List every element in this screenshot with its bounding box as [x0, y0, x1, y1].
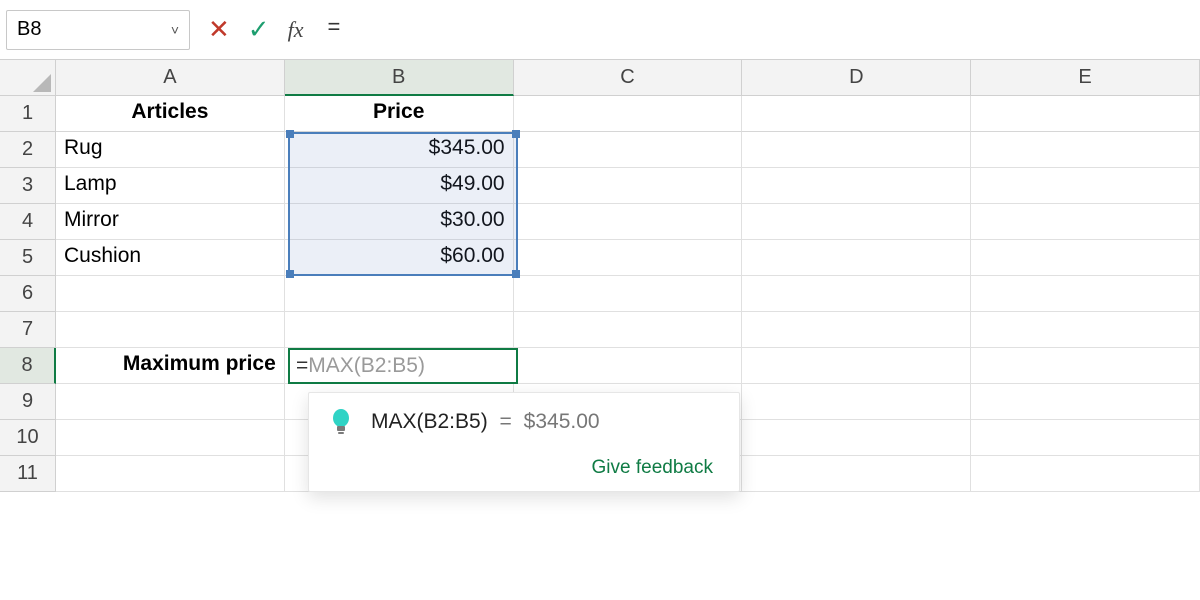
cell-E9[interactable]	[971, 384, 1200, 420]
cell-B2[interactable]: $345.00	[285, 132, 514, 168]
cell-D2[interactable]	[742, 132, 971, 168]
fx-icon[interactable]: fx	[288, 17, 304, 43]
column-header-E[interactable]: E	[971, 60, 1200, 96]
cell-B4[interactable]: $30.00	[285, 204, 514, 240]
column-header-A[interactable]: A	[56, 60, 285, 96]
cell-A4[interactable]: Mirror	[56, 204, 285, 240]
cell-A8[interactable]: Maximum price	[56, 348, 285, 384]
row-headers: 1 2 3 4 5 6 7 8 9 10 11	[0, 96, 56, 492]
row-header-10[interactable]: 10	[0, 420, 56, 456]
cancel-icon[interactable]: ✕	[208, 14, 230, 45]
chevron-down-icon[interactable]: ˅	[171, 22, 179, 38]
give-feedback-link[interactable]: Give feedback	[329, 437, 713, 479]
cell-D3[interactable]	[742, 168, 971, 204]
cell-C4[interactable]	[514, 204, 743, 240]
cell-D11[interactable]	[742, 456, 971, 492]
cells-area[interactable]: Articles Price Rug $345.00 Lamp $49.00 M…	[56, 96, 1200, 600]
cell-D7[interactable]	[742, 312, 971, 348]
row-header-7[interactable]: 7	[0, 312, 56, 348]
cell-A6[interactable]	[56, 276, 285, 312]
cell-A5[interactable]: Cushion	[56, 240, 285, 276]
cell-C6[interactable]	[514, 276, 743, 312]
suggestion-expression: MAX(B2:B5)	[371, 410, 488, 433]
cell-A10[interactable]	[56, 420, 285, 456]
cell-E6[interactable]	[971, 276, 1200, 312]
cell-D9[interactable]	[742, 384, 971, 420]
cell-B3[interactable]: $49.00	[285, 168, 514, 204]
cell-E8[interactable]	[971, 348, 1200, 384]
cell-C5[interactable]	[514, 240, 743, 276]
row-header-2[interactable]: 2	[0, 132, 56, 168]
cell-E10[interactable]	[971, 420, 1200, 456]
row-header-5[interactable]: 5	[0, 240, 56, 276]
cell-E3[interactable]	[971, 168, 1200, 204]
cell-A9[interactable]	[56, 384, 285, 420]
cell-A2[interactable]: Rug	[56, 132, 285, 168]
row-header-8[interactable]: 8	[0, 348, 56, 384]
cell-D1[interactable]	[742, 96, 971, 132]
cell-E4[interactable]	[971, 204, 1200, 240]
cell-D5[interactable]	[742, 240, 971, 276]
cell-A11[interactable]	[56, 456, 285, 492]
row-header-6[interactable]: 6	[0, 276, 56, 312]
formula-suggestion-flyout: MAX(B2:B5) = $345.00 Give feedback	[308, 392, 740, 492]
cell-C7[interactable]	[514, 312, 743, 348]
formula-bar: B8 ˅ ✕ ✓ fx =	[0, 0, 1200, 60]
name-box-value: B8	[17, 18, 41, 41]
cell-B7[interactable]	[285, 312, 514, 348]
suggestion-result: $345.00	[524, 410, 600, 433]
equals-icon: =	[494, 410, 518, 433]
active-cell-editor[interactable]: =MAX(B2:B5)	[288, 348, 518, 384]
select-all-triangle-icon	[33, 74, 51, 92]
row-header-11[interactable]: 11	[0, 456, 56, 492]
name-box[interactable]: B8 ˅	[6, 10, 190, 50]
row-header-3[interactable]: 3	[0, 168, 56, 204]
column-header-B[interactable]: B	[285, 60, 514, 96]
cell-B5[interactable]: $60.00	[285, 240, 514, 276]
ghost-suggestion: MAX(B2:B5)	[308, 354, 425, 377]
column-headers: A B C D E	[56, 60, 1200, 96]
spreadsheet-grid: A B C D E 1 2 3 4 5 6 7 8 9 10 11 Articl…	[0, 60, 1200, 600]
formula-input[interactable]: =	[321, 10, 1190, 50]
formula-bar-actions: ✕ ✓ fx	[202, 14, 309, 45]
row-header-9[interactable]: 9	[0, 384, 56, 420]
typed-text: =	[296, 354, 308, 377]
cell-A1[interactable]: Articles	[56, 96, 285, 132]
cell-D4[interactable]	[742, 204, 971, 240]
cell-E2[interactable]	[971, 132, 1200, 168]
cell-A7[interactable]	[56, 312, 285, 348]
cell-E11[interactable]	[971, 456, 1200, 492]
lightbulb-icon	[329, 407, 353, 437]
cell-E7[interactable]	[971, 312, 1200, 348]
cell-D10[interactable]	[742, 420, 971, 456]
cell-E5[interactable]	[971, 240, 1200, 276]
cell-C3[interactable]	[514, 168, 743, 204]
accept-icon[interactable]: ✓	[248, 14, 270, 45]
cell-E1[interactable]	[971, 96, 1200, 132]
cell-C8[interactable]	[514, 348, 743, 384]
cell-D6[interactable]	[742, 276, 971, 312]
cell-B1[interactable]: Price	[285, 96, 514, 132]
column-header-C[interactable]: C	[514, 60, 743, 96]
cell-C1[interactable]	[514, 96, 743, 132]
cell-B6[interactable]	[285, 276, 514, 312]
row-header-1[interactable]: 1	[0, 96, 56, 132]
select-all-corner[interactable]	[0, 60, 56, 96]
column-header-D[interactable]: D	[742, 60, 971, 96]
cell-C2[interactable]	[514, 132, 743, 168]
cell-A3[interactable]: Lamp	[56, 168, 285, 204]
row-header-4[interactable]: 4	[0, 204, 56, 240]
cell-D8[interactable]	[742, 348, 971, 384]
